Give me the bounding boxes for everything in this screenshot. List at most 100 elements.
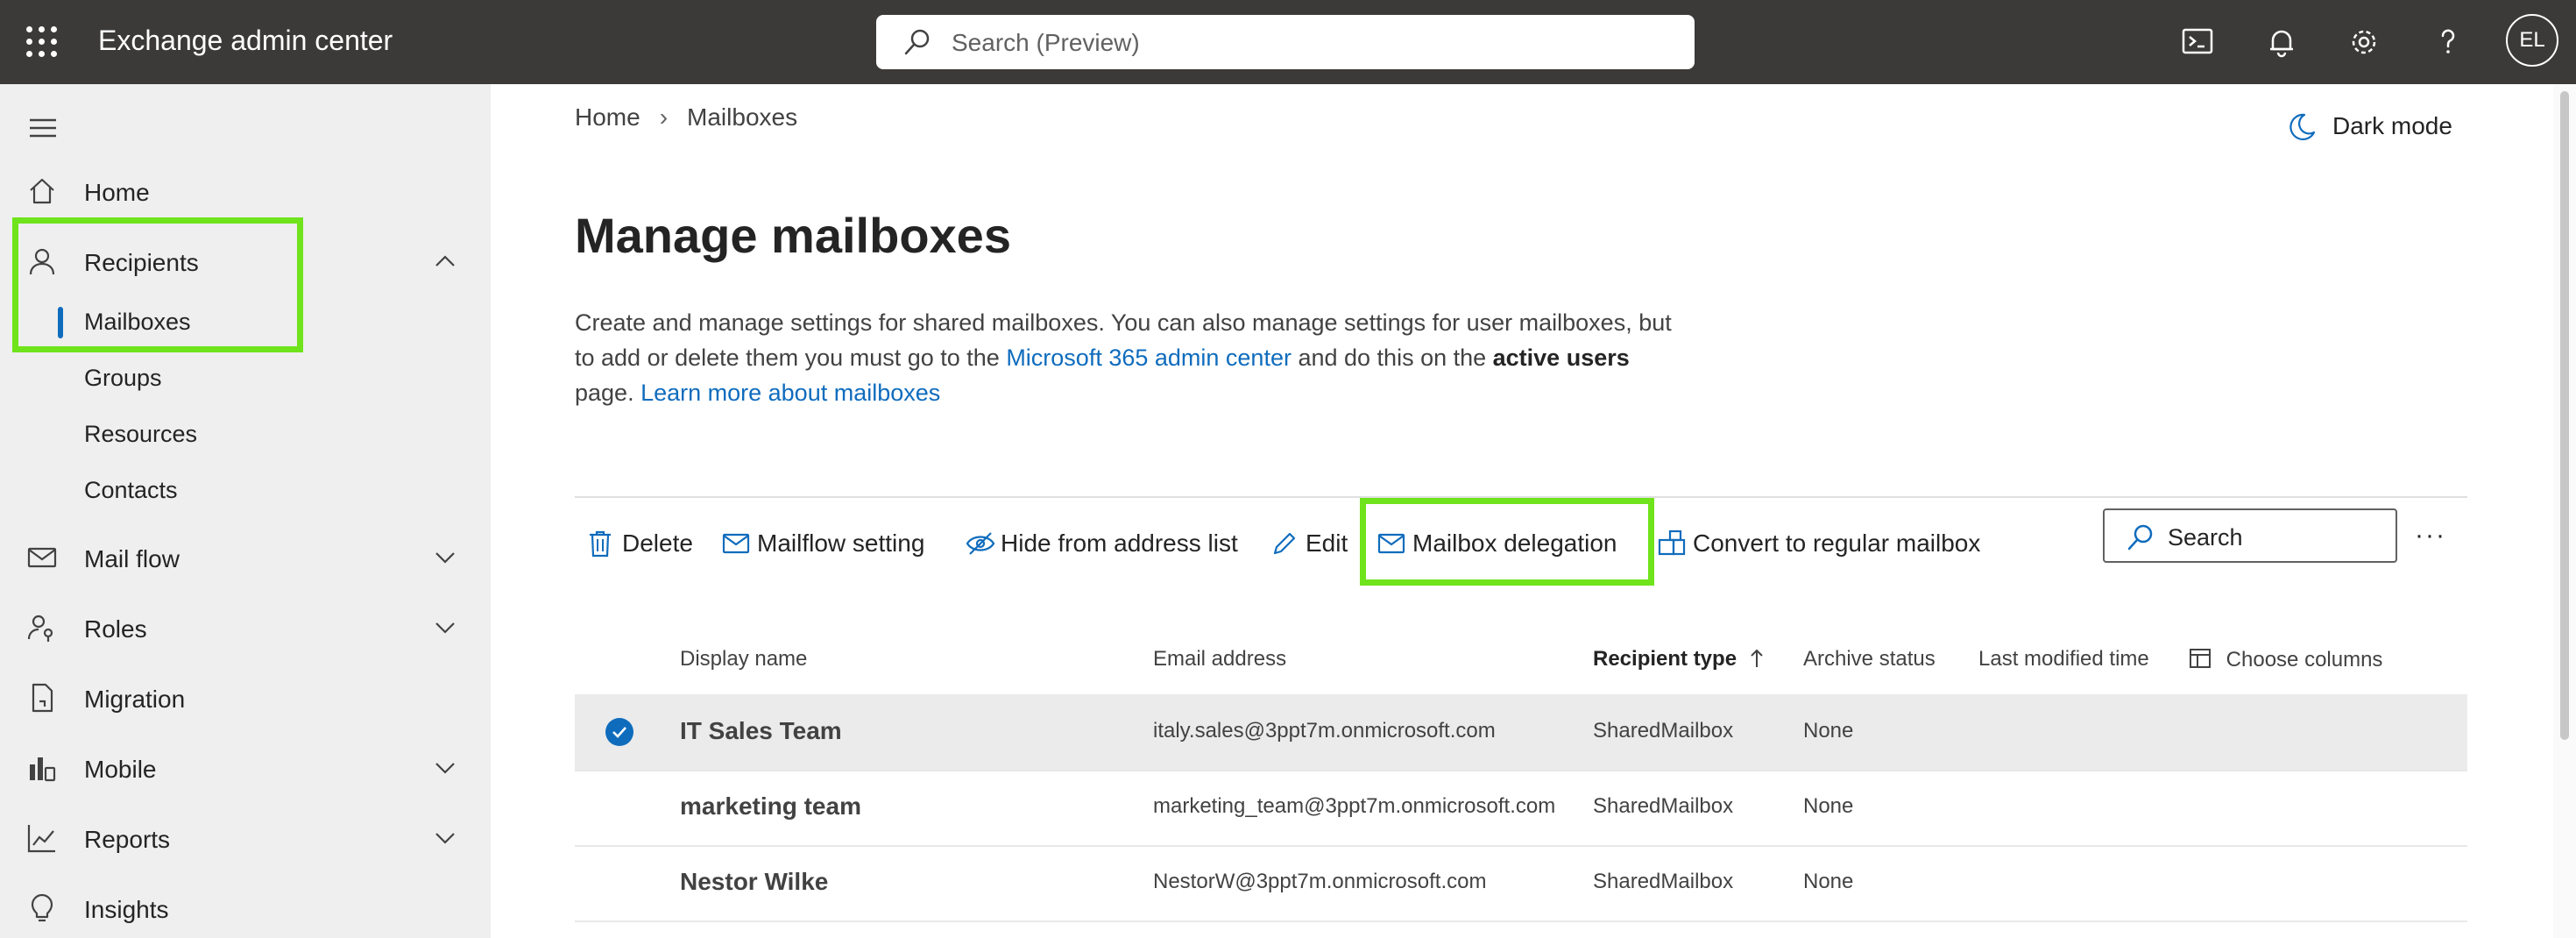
row-archive-status: None xyxy=(1803,794,1854,818)
sidebar-item-roles[interactable]: Roles xyxy=(0,600,491,656)
mail-settings-icon xyxy=(722,533,750,554)
help-icon[interactable] xyxy=(2427,21,2469,63)
highlight-recipients xyxy=(12,217,303,352)
page-title: Manage mailboxes xyxy=(575,208,1011,263)
column-header-display-name[interactable]: Display name xyxy=(680,647,807,672)
column-header-label: Recipient type xyxy=(1593,647,1737,671)
sidebar-subitem-contacts[interactable]: Contacts xyxy=(84,477,178,504)
table-row[interactable]: Nestor Wilke NestorW@3ppt7m.onmicrosoft.… xyxy=(575,845,2467,922)
global-search-input[interactable]: Search (Preview) xyxy=(876,15,1695,69)
columns-icon xyxy=(2190,649,2211,668)
person-key-icon xyxy=(27,615,53,642)
mailflow-label: Mailflow setting xyxy=(757,529,925,557)
table-search-input[interactable]: Search xyxy=(2103,508,2397,563)
sidebar-subitem-groups[interactable]: Groups xyxy=(84,365,162,392)
row-display-name[interactable]: IT Sales Team xyxy=(680,717,842,745)
row-display-name[interactable]: marketing team xyxy=(680,792,861,821)
convert-label: Convert to regular mailbox xyxy=(1693,529,1981,557)
search-icon xyxy=(904,29,930,55)
sidebar-item-label: Mobile xyxy=(84,756,157,783)
dark-mode-label: Dark mode xyxy=(2332,112,2452,139)
learn-more-link[interactable]: Learn more about mailboxes xyxy=(640,380,940,406)
row-email: marketing_team@3ppt7m.onmicrosoft.com xyxy=(1153,794,1556,818)
mail-icon xyxy=(27,547,57,568)
row-recipient-type: SharedMailbox xyxy=(1593,719,1734,743)
checkmark-circle-icon[interactable] xyxy=(605,717,634,747)
delete-label: Delete xyxy=(622,529,693,557)
sidebar-item-label: Migration xyxy=(84,686,186,713)
sidebar-item-label: Reports xyxy=(84,826,171,853)
moon-icon xyxy=(2289,113,2316,140)
sidebar-item-home[interactable]: Home xyxy=(0,163,491,219)
choose-columns-button[interactable]: Choose columns xyxy=(2189,647,2382,672)
table-search-placeholder: Search xyxy=(2168,524,2243,551)
row-display-name[interactable]: Nestor Wilke xyxy=(680,868,828,896)
edit-label: Edit xyxy=(1306,529,1348,557)
column-header-recipient-type[interactable]: Recipient type xyxy=(1593,647,1766,672)
row-email: italy.sales@3ppt7m.onmicrosoft.com xyxy=(1153,719,1496,743)
chevron-down-icon[interactable] xyxy=(433,617,457,638)
global-search-placeholder: Search (Preview) xyxy=(952,29,1140,56)
search-icon xyxy=(2127,524,2153,551)
terminal-icon[interactable] xyxy=(2176,21,2219,63)
breadcrumb-mailboxes: Mailboxes xyxy=(687,103,798,131)
hamburger-menu-icon[interactable] xyxy=(28,117,58,139)
more-options-button[interactable]: ··· xyxy=(2415,521,2446,551)
chevron-up-icon[interactable] xyxy=(433,251,457,272)
chevron-down-icon[interactable] xyxy=(433,828,457,849)
chevron-right-icon: › xyxy=(659,103,669,131)
page-description: Create and manage settings for shared ma… xyxy=(575,305,1679,410)
desc-bold: active users xyxy=(1492,345,1630,371)
vertical-scrollbar[interactable] xyxy=(2553,84,2576,938)
sidebar-subitem-resources[interactable]: Resources xyxy=(84,421,197,448)
eye-hide-icon xyxy=(966,532,995,555)
gear-icon[interactable] xyxy=(2343,21,2385,63)
column-header-archive-status[interactable]: Archive status xyxy=(1803,647,1936,672)
chart-line-icon xyxy=(27,825,55,853)
desc-text: page. xyxy=(575,380,641,406)
document-arrow-icon xyxy=(32,683,53,713)
table-row[interactable]: IT Sales Team italy.sales@3ppt7m.onmicro… xyxy=(575,694,2467,771)
row-email: NestorW@3ppt7m.onmicrosoft.com xyxy=(1153,870,1487,893)
sidebar-item-insights[interactable]: Insights xyxy=(0,880,491,936)
lightbulb-icon xyxy=(31,893,53,922)
app-title[interactable]: Exchange admin center xyxy=(98,25,393,57)
main-content: Home › Mailboxes Dark mode Manage mailboxe… xyxy=(491,84,2550,938)
chevron-down-icon[interactable] xyxy=(433,757,457,778)
choose-columns-label: Choose columns xyxy=(2226,648,2383,672)
table-row[interactable]: marketing team marketing_team@3ppt7m.onm… xyxy=(575,770,2467,847)
sidebar-item-migration[interactable]: Migration xyxy=(0,670,491,726)
convert-icon xyxy=(1658,529,1686,556)
row-archive-status: None xyxy=(1803,719,1854,743)
row-recipient-type: SharedMailbox xyxy=(1593,794,1734,818)
chevron-down-icon[interactable] xyxy=(433,547,457,568)
sidebar-item-label: Mail flow xyxy=(84,545,180,572)
sidebar-item-reports[interactable]: Reports xyxy=(0,810,491,866)
sidebar-item-mobile[interactable]: Mobile xyxy=(0,740,491,796)
sidebar-item-mail-flow[interactable]: Mail flow xyxy=(0,529,491,586)
home-icon xyxy=(30,178,54,204)
column-header-last-modified[interactable]: Last modified time xyxy=(1978,647,2149,672)
breadcrumb-home[interactable]: Home xyxy=(575,103,640,131)
hide-label: Hide from address list xyxy=(1001,529,1238,557)
avatar[interactable]: EL xyxy=(2506,14,2558,67)
sidebar-item-label: Roles xyxy=(84,615,147,643)
sidebar-item-label: Home xyxy=(84,179,150,206)
column-header-email[interactable]: Email address xyxy=(1153,647,1286,672)
pencil-icon xyxy=(1273,532,1296,555)
top-bar: Exchange admin center Search (Preview) E… xyxy=(0,0,2576,84)
sidebar-item-label: Insights xyxy=(84,896,169,923)
sidebar: Home Recipients Mailboxes Groups Resourc… xyxy=(0,84,491,938)
mobile-chart-icon xyxy=(30,757,56,782)
trash-icon xyxy=(590,530,611,558)
app-launcher-icon[interactable] xyxy=(26,26,58,58)
arrow-up-icon xyxy=(1751,649,1763,667)
row-archive-status: None xyxy=(1803,870,1854,893)
m365-admin-center-link[interactable]: Microsoft 365 admin center xyxy=(1006,345,1292,371)
row-recipient-type: SharedMailbox xyxy=(1593,870,1734,893)
bell-icon[interactable] xyxy=(2261,21,2303,63)
highlight-mailbox-delegation xyxy=(1360,498,1654,586)
breadcrumb: Home › Mailboxes xyxy=(575,103,797,131)
desc-text: and do this on the xyxy=(1291,345,1493,371)
scrollbar-thumb[interactable] xyxy=(2560,91,2569,740)
